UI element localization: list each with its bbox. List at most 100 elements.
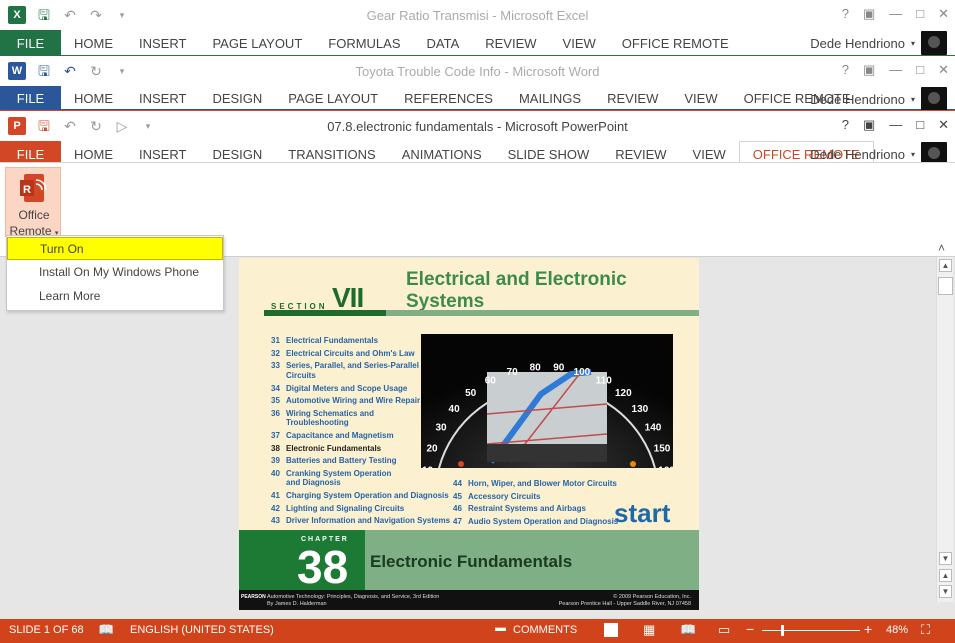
excel-window-title: Gear Ratio Transmisi - Microsoft Excel [366, 8, 589, 23]
speedometer-number: 60 [485, 376, 497, 387]
maximize-icon[interactable]: □ [916, 6, 924, 22]
menu-item-install-phone[interactable]: Install On My Windows Phone [7, 261, 223, 284]
normal-view-icon[interactable] [604, 623, 618, 637]
notes-icon[interactable]: ▬ [495, 622, 506, 634]
excel-user[interactable]: Dede Hendriono ▾ [810, 30, 947, 56]
chevron-down-icon: ▾ [910, 94, 915, 104]
tab-design[interactable]: DESIGN [199, 86, 275, 110]
tab-view[interactable]: VIEW [671, 86, 730, 110]
ribbon-display-icon[interactable]: ▣ [863, 62, 875, 78]
tab-office-remote[interactable]: OFFICE REMOTE [609, 30, 742, 56]
chevron-down-icon: ▾ [910, 38, 915, 48]
tab-review[interactable]: REVIEW [594, 86, 671, 110]
vertical-scrollbar[interactable]: ▲ ▼ ▲ ▼ [936, 257, 953, 602]
excel-window: X 🖫 ↶ ↷ ▾ Gear Ratio Transmisi - Microso… [0, 0, 955, 56]
toc-entry-title: Charging System Operation and Diagnosis [286, 491, 449, 500]
tab-data[interactable]: DATA [414, 30, 473, 56]
speedometer-photo: 10 20 3040 50 60 70 80 90 100 110120130 140 150 160 [421, 334, 673, 468]
previous-slide-icon[interactable]: ▲ [939, 569, 952, 582]
reading-view-icon[interactable]: 📖 [680, 622, 696, 638]
user-name: Dede Hendriono [810, 146, 905, 162]
word-file-tab[interactable]: FILE [0, 86, 61, 110]
zoom-level[interactable]: 48% [886, 624, 908, 636]
maximize-icon[interactable]: □ [916, 62, 924, 78]
tab-formulas[interactable]: FORMULAS [315, 30, 413, 56]
zoom-out-icon[interactable]: − [746, 621, 754, 637]
tab-home[interactable]: HOME [61, 86, 126, 110]
tab-page-layout[interactable]: PAGE LAYOUT [199, 30, 315, 56]
toc-entry-title: Horn, Wiper, and Blower Motor Circuits [468, 479, 617, 488]
tab-view[interactable]: VIEW [550, 30, 609, 56]
toc-entry-number: 36 [271, 408, 280, 418]
svg-text:R: R [23, 184, 31, 196]
toc-entry-title: Batteries and Battery Testing [286, 456, 397, 465]
close-icon[interactable]: ✕ [938, 117, 949, 133]
speedometer-graphic: 10 20 3040 50 60 70 80 90 100 110120130 140 150 160 [421, 334, 673, 468]
scroll-thumb[interactable] [938, 277, 953, 295]
toc-entry-title: Digital Meters and Scope Usage [286, 383, 408, 393]
help-icon[interactable]: ? [842, 6, 849, 22]
maximize-icon[interactable]: □ [916, 117, 924, 133]
zoom-slider-thumb[interactable] [781, 625, 784, 636]
slideshow-icon[interactable]: ▭ [718, 622, 730, 638]
help-icon[interactable]: ? [842, 62, 849, 78]
tab-references[interactable]: REFERENCES [391, 86, 506, 110]
close-icon[interactable]: ✕ [938, 62, 949, 78]
tab-home[interactable]: HOME [61, 30, 126, 56]
toc-entry: 39 Batteries and Battery Testing [271, 456, 397, 466]
tab-insert[interactable]: INSERT [126, 30, 199, 56]
avatar [921, 87, 947, 111]
toc-entry-title-cont: and Diagnosis [286, 478, 341, 487]
toc-entry: 31 Electrical Fundamentals [271, 336, 378, 346]
speedometer-number: 120 [615, 388, 632, 399]
toc-entry-title: Accessory Circuits [468, 491, 541, 501]
help-icon[interactable]: ? [842, 117, 849, 133]
collapse-ribbon-icon[interactable]: ˄ [938, 241, 945, 255]
toc-entry-number: 45 [453, 491, 462, 501]
tab-review[interactable]: REVIEW [472, 30, 549, 56]
footer-copyright: © 2009 Pearson Education, Inc. [613, 594, 691, 600]
scroll-down-icon[interactable]: ▼ [939, 552, 952, 565]
ribbon-display-icon[interactable]: ▣ [863, 117, 875, 133]
fit-to-window-icon[interactable]: ⛶ [921, 622, 930, 638]
tab-mailings[interactable]: MAILINGS [506, 86, 594, 110]
excel-ribbon-tabs: FILE HOME INSERT PAGE LAYOUT FORMULAS DA… [0, 30, 955, 56]
word-window: W 🖫 ↶ ↻ ▾ Toyota Trouble Code Info - Mic… [0, 56, 955, 112]
tab-insert[interactable]: INSERT [126, 86, 199, 110]
toc-entry-title: Electronic Fundamentals [286, 443, 382, 453]
comments-button[interactable]: COMMENTS [513, 624, 577, 636]
avatar [921, 31, 947, 55]
menu-item-learn-more[interactable]: Learn More [7, 285, 223, 308]
speedometer-number: 110 [596, 376, 613, 387]
speedometer-number: 50 [465, 388, 477, 399]
slide-sorter-icon[interactable]: ▦ [643, 622, 655, 638]
slide-canvas[interactable]: SECTION VII Electrical and Electronic Sy… [239, 258, 699, 610]
toc-entry: 34 Digital Meters and Scope Usage [271, 384, 407, 394]
zoom-slider[interactable] [762, 625, 860, 636]
minimize-icon[interactable]: — [889, 117, 902, 133]
menu-item-turn-on[interactable]: Turn On [7, 237, 223, 260]
ribbon-display-icon[interactable]: ▣ [863, 6, 875, 22]
minimize-icon[interactable]: — [889, 6, 902, 22]
spell-check-icon[interactable]: 📖 [98, 622, 114, 638]
toc-entry-title: Restraint Systems and Airbags [468, 504, 586, 513]
toc-entry-number: 47 [453, 516, 462, 526]
close-icon[interactable]: ✕ [938, 6, 949, 22]
toc-entry-title-cont: Circuits [286, 370, 316, 380]
next-slide-icon[interactable]: ▼ [939, 585, 952, 598]
word-user[interactable]: Dede Hendriono ▾ [810, 86, 947, 112]
excel-titlebar: X 🖫 ↶ ↷ ▾ Gear Ratio Transmisi - Microso… [0, 0, 955, 30]
tab-page-layout[interactable]: PAGE LAYOUT [275, 86, 391, 110]
excel-window-controls: ? ▣ — □ ✕ [842, 6, 949, 22]
language-indicator[interactable]: ENGLISH (UNITED STATES) [130, 624, 274, 636]
chevron-down-icon: ▾ [910, 149, 915, 159]
scroll-up-icon[interactable]: ▲ [939, 259, 952, 272]
toc-entry-number: 37 [271, 431, 280, 440]
minimize-icon[interactable]: — [889, 62, 902, 78]
excel-file-tab[interactable]: FILE [0, 30, 61, 56]
toc-entry-title: Lighting and Signaling Circuits [286, 503, 405, 513]
zoom-in-icon[interactable]: + [864, 621, 872, 637]
office-remote-button[interactable]: R Office Remote ▾ [5, 167, 61, 238]
slide-indicator[interactable]: SLIDE 1 OF 68 [9, 624, 84, 636]
speedometer-number: 30 [435, 423, 447, 434]
